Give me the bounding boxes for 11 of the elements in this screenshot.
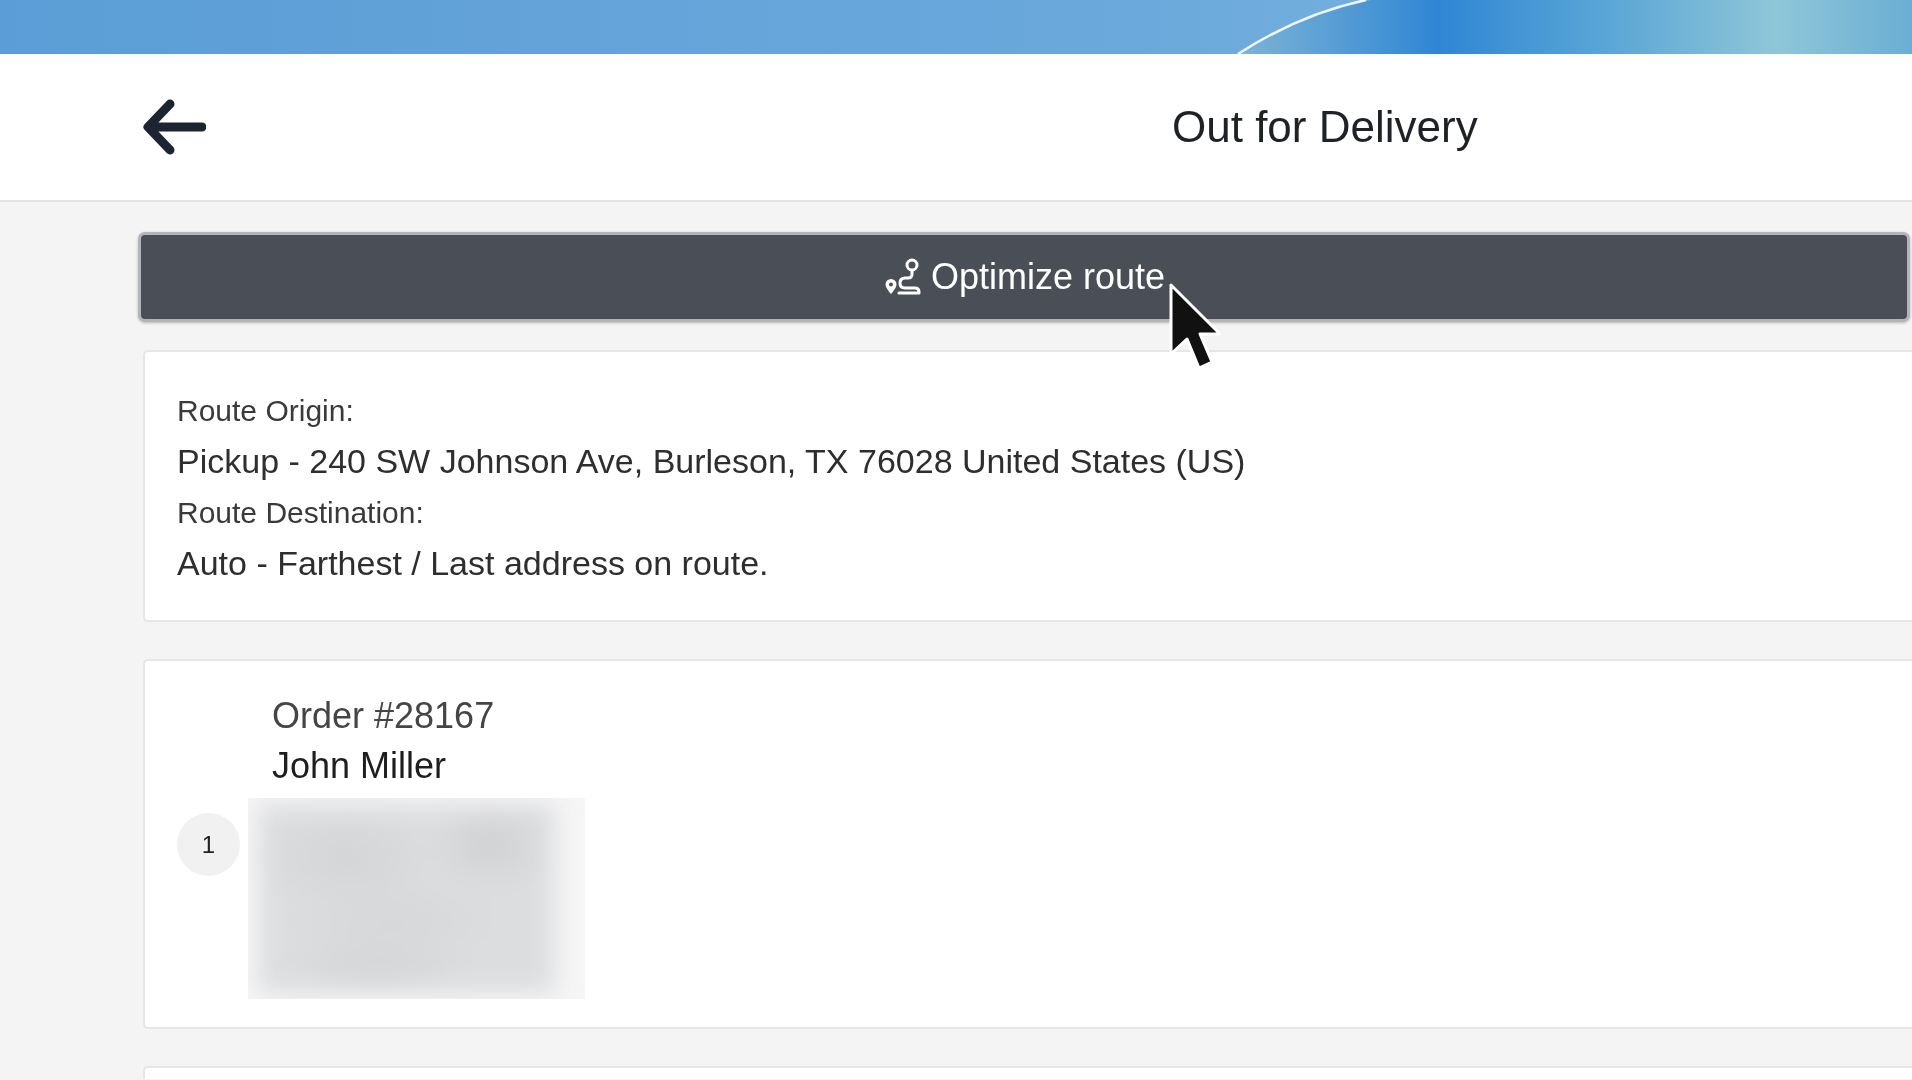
field-label: Route Origin: xyxy=(177,393,354,429)
stop-number: 1 xyxy=(177,813,240,876)
customer-name: John Miller xyxy=(272,744,447,788)
field-value: Pickup - 240 SW Johnson Ave, Burleson, TX 76028 United States (US) xyxy=(177,441,1246,482)
order-number: Order #28167 xyxy=(272,694,495,738)
left-arrow-icon[interactable] xyxy=(140,98,206,156)
route-icon xyxy=(882,257,923,297)
field-label: Route Destination: xyxy=(177,495,424,531)
optimize-route-button[interactable]: Optimize route xyxy=(138,232,1910,322)
field-value: Auto - Farthest / Last address on route. xyxy=(177,543,769,584)
page-title: Out for Delivery xyxy=(1172,102,1478,152)
